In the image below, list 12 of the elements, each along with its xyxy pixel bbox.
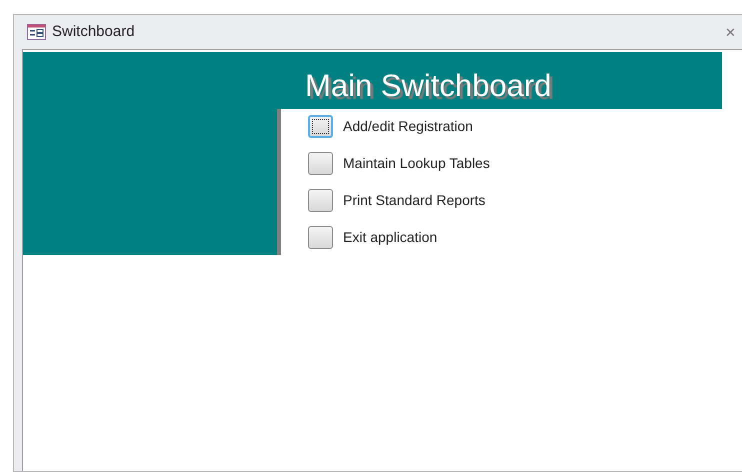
- switchboard-button[interactable]: [308, 115, 333, 138]
- switchboard-label: Maintain Lookup Tables: [343, 154, 490, 173]
- close-button[interactable]: ✕: [725, 26, 736, 38]
- form-icon: [27, 24, 46, 40]
- switchboard-title: Main Switchboard: [305, 68, 552, 103]
- switchboard-label: Add/edit Registration: [343, 117, 473, 136]
- switchboard-label: Exit application: [343, 228, 438, 247]
- switchboard-button[interactable]: [308, 189, 333, 212]
- switchboard-button[interactable]: [308, 226, 333, 249]
- switchboard-button[interactable]: [308, 152, 333, 175]
- window-title: Switchboard: [52, 22, 135, 42]
- switchboard-label: Print Standard Reports: [343, 191, 486, 210]
